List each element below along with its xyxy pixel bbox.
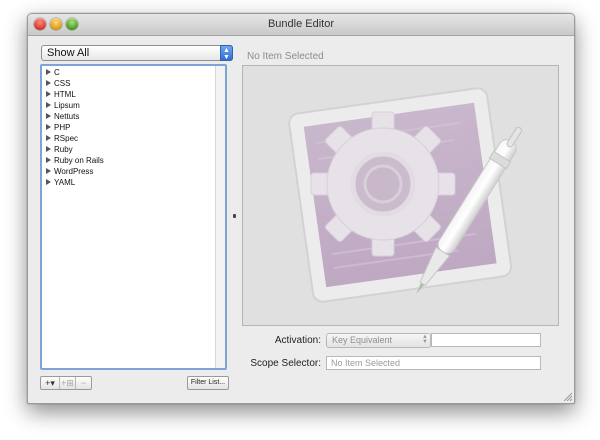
list-item[interactable]: Lipsum	[46, 100, 80, 111]
bundle-list[interactable]: C CSS HTML Lipsum Nettuts PHP RSpec Ruby…	[40, 64, 227, 370]
list-item[interactable]: HTML	[46, 89, 76, 100]
detail-title: No Item Selected	[247, 51, 324, 62]
scope-selector-field[interactable]: No Item Selected	[326, 356, 541, 370]
list-item[interactable]: C	[46, 67, 60, 78]
list-item[interactable]: Ruby	[46, 144, 73, 155]
popup-arrows-icon: ▲ ▼	[220, 45, 233, 61]
disclosure-triangle-icon[interactable]	[46, 91, 51, 97]
list-scrollbar[interactable]	[215, 66, 225, 368]
activation-value: Key Equivalent	[332, 335, 393, 345]
list-item[interactable]: RSpec	[46, 133, 78, 144]
show-filter-popup[interactable]: Show All ▲ ▼	[41, 45, 233, 61]
add-item-button[interactable]: +▾	[41, 377, 60, 389]
disclosure-triangle-icon[interactable]	[46, 168, 51, 174]
popup-arrows-icon: ▲ ▼	[422, 334, 428, 345]
window-title: Bundle Editor	[267, 18, 335, 30]
bundle-editor-gear-pen-icon	[288, 87, 523, 303]
resize-grip-icon[interactable]	[563, 392, 572, 401]
list-item[interactable]: PHP	[46, 122, 70, 133]
key-equivalent-field[interactable]	[431, 333, 541, 347]
list-item[interactable]: Ruby on Rails	[46, 155, 104, 166]
disclosure-triangle-icon[interactable]	[46, 102, 51, 108]
disclosure-triangle-icon[interactable]	[46, 135, 51, 141]
disclosure-triangle-icon[interactable]	[46, 113, 51, 119]
disclosure-triangle-icon[interactable]	[46, 157, 51, 163]
split-view-handle[interactable]	[233, 214, 236, 218]
list-item[interactable]: YAML	[46, 177, 75, 188]
list-action-buttons: +▾ +⊞ −	[40, 376, 92, 390]
disclosure-triangle-icon[interactable]	[46, 146, 51, 152]
scope-selector-label: Scope Selector:	[250, 358, 321, 369]
add-group-button[interactable]: +⊞	[60, 377, 76, 389]
disclosure-triangle-icon[interactable]	[46, 124, 51, 130]
preview-area	[242, 65, 559, 326]
list-item[interactable]: WordPress	[46, 166, 93, 177]
disclosure-triangle-icon[interactable]	[46, 69, 51, 75]
remove-item-button[interactable]: −	[76, 377, 91, 389]
disclosure-triangle-icon[interactable]	[46, 179, 51, 185]
activation-popup[interactable]: Key Equivalent ▲ ▼	[326, 333, 431, 348]
disclosure-triangle-icon[interactable]	[46, 80, 51, 86]
titlebar[interactable]: Bundle Editor	[28, 14, 574, 36]
filter-list-button[interactable]: Filter List...	[187, 376, 229, 390]
bundle-editor-window: Bundle Editor Show All ▲ ▼ C CSS HTML Lip…	[27, 13, 575, 404]
list-item[interactable]: Nettuts	[46, 111, 79, 122]
show-filter-label: Show All	[47, 47, 90, 59]
activation-label: Activation:	[274, 335, 321, 346]
list-item[interactable]: CSS	[46, 78, 70, 89]
